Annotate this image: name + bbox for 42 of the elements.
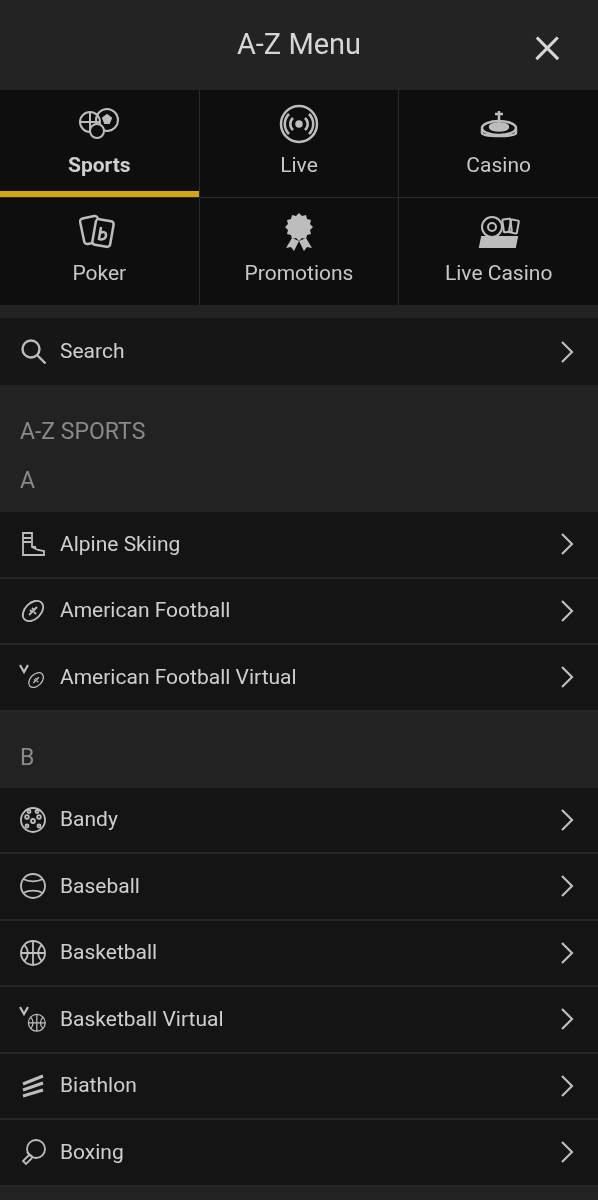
chevron-right-icon [560,940,574,965]
balls-icon [78,107,121,141]
sport-row[interactable]: Bandy [0,787,598,854]
sport-row[interactable]: Biathlon [0,1053,598,1120]
chevron-right-icon [560,598,574,623]
category-tab[interactable]: Live [199,90,399,197]
roulette-icon [478,108,519,140]
category-tab[interactable]: Sports [0,90,199,197]
virtual-basketball-icon [19,1005,47,1034]
sport-row[interactable]: Alpine Skiing [0,512,598,579]
letter-heading: A [19,466,36,496]
section-heading: A-Z SPORTS [19,417,147,446]
chevron-right-icon [560,1140,574,1165]
sport-row[interactable]: American Football Virtual [0,645,598,712]
sport-row[interactable]: Baseball [0,854,598,921]
chevron-right-icon [560,339,574,364]
category-tab[interactable]: Poker [0,198,199,305]
category-tab[interactable]: Casino [399,90,598,197]
sport-row[interactable]: American Football [0,578,598,645]
search-icon [20,337,48,366]
chevron-right-icon [560,874,574,899]
chevron-right-icon [560,665,574,690]
sport-row[interactable]: Basketball [0,920,598,987]
baseball-icon [19,872,47,901]
search-row[interactable]: Search [0,318,598,385]
basketball-icon [19,938,47,967]
bandy-ball-icon [19,805,47,834]
menu-title: A-Z Menu [236,26,362,64]
chevron-right-icon [560,532,574,557]
sport-row[interactable]: Basketball Virtual [0,987,598,1054]
ski-boot-icon [19,530,47,559]
sport-row[interactable]: Boxing [0,1120,598,1187]
chevron-right-icon [560,1007,574,1032]
chevron-right-icon [560,807,574,832]
boxing-glove-icon [19,1138,47,1167]
letter-heading: B [19,742,36,773]
chevron-right-icon [560,1073,574,1098]
close-button[interactable]: × [532,16,562,72]
roulette-cards-icon [476,215,521,249]
category-tab[interactable]: Live Casino [399,198,598,305]
broadcast-icon [279,104,319,144]
category-tab[interactable]: Promotions [199,198,399,305]
